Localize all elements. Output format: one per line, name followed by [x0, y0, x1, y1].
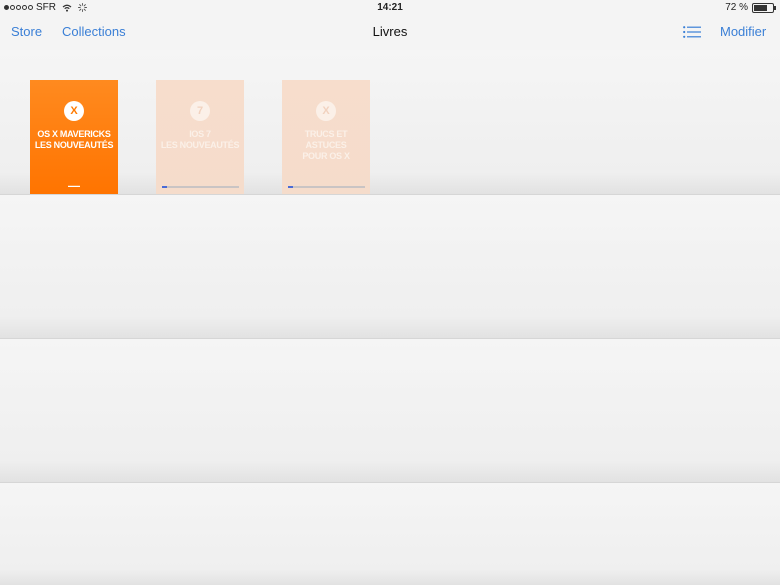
download-progress-fill — [162, 186, 167, 188]
battery-fill — [754, 4, 767, 11]
battery-icon — [752, 2, 776, 13]
list-icon[interactable] — [683, 26, 701, 38]
book-title: OS X MAVERICKS LES NOUVEAUTÉS — [34, 129, 114, 151]
download-progress-bar — [288, 186, 365, 188]
bookshelf: X OS X MAVERICKS LES NOUVEAUTÉS ▬▬▬ 7 iO… — [0, 50, 780, 585]
download-progress-fill — [288, 186, 293, 188]
status-time: 14:21 — [377, 2, 403, 13]
book-publisher-logo: ▬▬▬ — [68, 183, 80, 188]
book-trucs-astuces[interactable]: X TRUCS ET ASTUCES POUR OS X — [282, 80, 370, 194]
book-badge: X — [64, 101, 84, 121]
nav-bar: Store Collections Livres Modifier — [0, 16, 780, 50]
page-title: Livres — [372, 24, 408, 39]
book-badge: X — [316, 101, 336, 121]
book-title-line: iOS 7 — [189, 129, 211, 139]
status-right: 72 % — [725, 2, 776, 13]
book-title: iOS 7 LES NOUVEAUTÉS — [160, 129, 240, 151]
book-badge: 7 — [190, 101, 210, 121]
book-title-line: ASTUCES — [305, 140, 347, 150]
edit-button[interactable]: Modifier — [720, 24, 766, 39]
shelf-row — [0, 483, 780, 585]
shelf-row — [0, 195, 780, 338]
book-title-line: LES NOUVEAUTÉS — [34, 140, 114, 150]
book-ios-7[interactable]: 7 iOS 7 LES NOUVEAUTÉS — [156, 80, 244, 194]
book-title-line: POUR OS X — [302, 151, 350, 161]
book-title-line: LES NOUVEAUTÉS — [160, 140, 240, 150]
download-progress-bar — [162, 186, 239, 188]
book-title: TRUCS ET ASTUCES POUR OS X — [286, 129, 366, 162]
book-os-x-mavericks[interactable]: X OS X MAVERICKS LES NOUVEAUTÉS ▬▬▬ — [30, 80, 118, 194]
status-bar: SFR 14:21 72 % — [0, 0, 780, 16]
shelf-row — [0, 339, 780, 482]
book-title-line: OS X MAVERICKS — [37, 129, 111, 139]
book-title-line: TRUCS ET — [304, 129, 348, 139]
battery-percent: 72 % — [725, 2, 748, 13]
